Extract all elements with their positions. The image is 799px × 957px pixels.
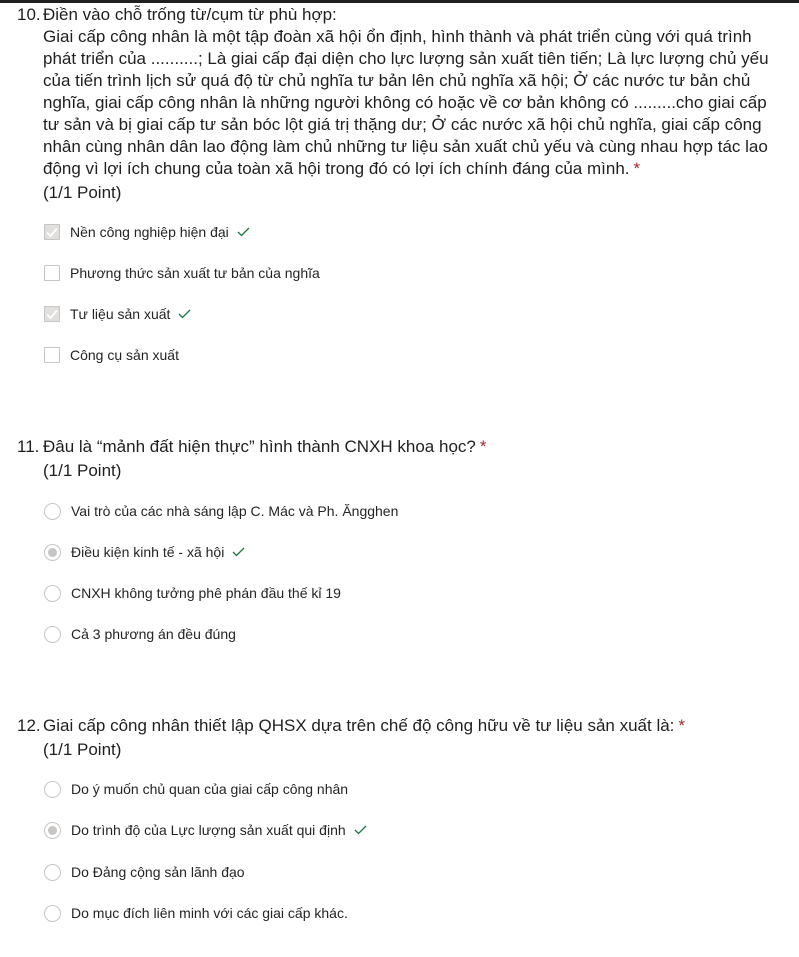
option-q12-1[interactable]: Do ý muốn chủ quan của giai cấp công nhâ… (44, 779, 348, 799)
radio-button[interactable] (44, 821, 61, 839)
question-line: của tiến trình lịch sử quá độ từ chủ ngh… (43, 71, 751, 90)
checkbox[interactable] (44, 347, 60, 363)
option-label: Do trình độ của Lực lượng sản xuất qui đ… (71, 822, 346, 838)
option-q12-3[interactable]: Do Đảng cộng sản lãnh đạo (44, 862, 245, 882)
option-label: Điều kiện kinh tế - xã hội (71, 544, 225, 560)
radio-button[interactable] (44, 625, 61, 643)
option-q11-4[interactable]: Cả 3 phương án đều đúng (44, 624, 236, 644)
option-q10-1[interactable]: Nền công nghiệp hiện đại (44, 222, 250, 242)
question-12-text: 12. Giai cấp công nhân thiết lập QHSX dự… (0, 715, 799, 737)
checkbox[interactable] (44, 306, 60, 322)
correct-check-icon (232, 547, 245, 557)
option-q10-3[interactable]: Tư liệu sản xuất (44, 304, 191, 324)
question-12: 12. Giai cấp công nhân thiết lập QHSX dự… (0, 715, 799, 761)
option-label: Phương thức sản xuất tư bản của nghĩa (70, 265, 320, 281)
points-label: (1/1 Point) (43, 183, 122, 202)
option-label: Công cụ sản xuất (70, 347, 179, 363)
question-number: 10. (17, 5, 41, 24)
question-10: 10. Điền vào chỗ trống từ/cụm từ phù hợp… (0, 4, 799, 204)
question-line-text: động vì lợi ích chung của toàn xã hội tr… (43, 159, 630, 178)
radio-button[interactable] (44, 502, 61, 520)
checkbox[interactable] (44, 265, 60, 281)
option-label: Nền công nghiệp hiện đại (70, 224, 229, 240)
top-border (0, 0, 799, 3)
option-label: Do mục đích liên minh với các giai cấp k… (71, 905, 348, 921)
option-q10-2[interactable]: Phương thức sản xuất tư bản của nghĩa (44, 263, 320, 283)
question-number: 12. (17, 716, 41, 735)
question-number: 11. (17, 437, 40, 456)
checkbox[interactable] (44, 224, 60, 240)
required-mark: * (479, 437, 487, 456)
radio-button[interactable] (44, 780, 61, 798)
option-label: Do Đảng cộng sản lãnh đạo (71, 864, 245, 880)
question-11-text: 11. Đâu là “mảnh đất hiện thực” hình thà… (0, 436, 799, 458)
correct-check-icon (178, 309, 191, 319)
radio-button[interactable] (44, 904, 61, 922)
question-line: tư sản và bị giai cấp tư sản bóc lột giá… (43, 115, 762, 134)
points-label: (1/1 Point) (43, 740, 122, 759)
points-label: (1/1 Point) (43, 461, 122, 480)
option-label: Cả 3 phương án đều đúng (71, 626, 236, 642)
radio-button[interactable] (44, 543, 61, 561)
option-label: Tư liệu sản xuất (70, 306, 171, 322)
question-line: nghĩa, giai cấp công nhân là những người… (43, 93, 767, 112)
option-q12-4[interactable]: Do mục đích liên minh với các giai cấp k… (44, 903, 348, 923)
option-label: Vai trò của các nhà sáng lập C. Mác và P… (71, 503, 399, 519)
question-line: Giai cấp công nhân là một tập đoàn xã hộ… (43, 27, 752, 46)
question-title: Giai cấp công nhân thiết lập QHSX dựa tr… (43, 716, 675, 735)
correct-check-icon (237, 227, 250, 237)
question-10-text: 10. Điền vào chỗ trống từ/cụm từ phù hợp… (0, 4, 799, 180)
option-label: Do ý muốn chủ quan của giai cấp công nhâ… (71, 781, 349, 797)
option-q11-1[interactable]: Vai trò của các nhà sáng lập C. Mác và P… (44, 501, 398, 521)
required-mark: * (678, 716, 686, 735)
option-q11-3[interactable]: CNXH không tưởng phê phán đầu thế kỉ 19 (44, 583, 341, 603)
question-line: động vì lợi ích chung của toàn xã hội tr… (43, 158, 799, 180)
option-q10-4[interactable]: Công cụ sản xuất (44, 345, 179, 365)
correct-check-icon (354, 825, 367, 835)
question-title: Đâu là “mảnh đất hiện thực” hình thành C… (43, 437, 476, 456)
option-q11-2[interactable]: Điều kiện kinh tế - xã hội (44, 542, 245, 562)
required-mark: * (633, 159, 641, 178)
option-label: CNXH không tưởng phê phán đầu thế kỉ 19 (71, 585, 341, 601)
radio-button[interactable] (44, 863, 61, 881)
question-line: phát triển của ..........; Là giai cấp đ… (43, 49, 769, 68)
option-q12-2[interactable]: Do trình độ của Lực lượng sản xuất qui đ… (44, 820, 367, 840)
question-line: Điền vào chỗ trống từ/cụm từ phù hợp: (43, 5, 337, 24)
question-line: nhân cùng nhân dân lao động làm chủ nhữn… (43, 137, 768, 156)
question-11: 11. Đâu là “mảnh đất hiện thực” hình thà… (0, 436, 799, 482)
radio-button[interactable] (44, 584, 61, 602)
